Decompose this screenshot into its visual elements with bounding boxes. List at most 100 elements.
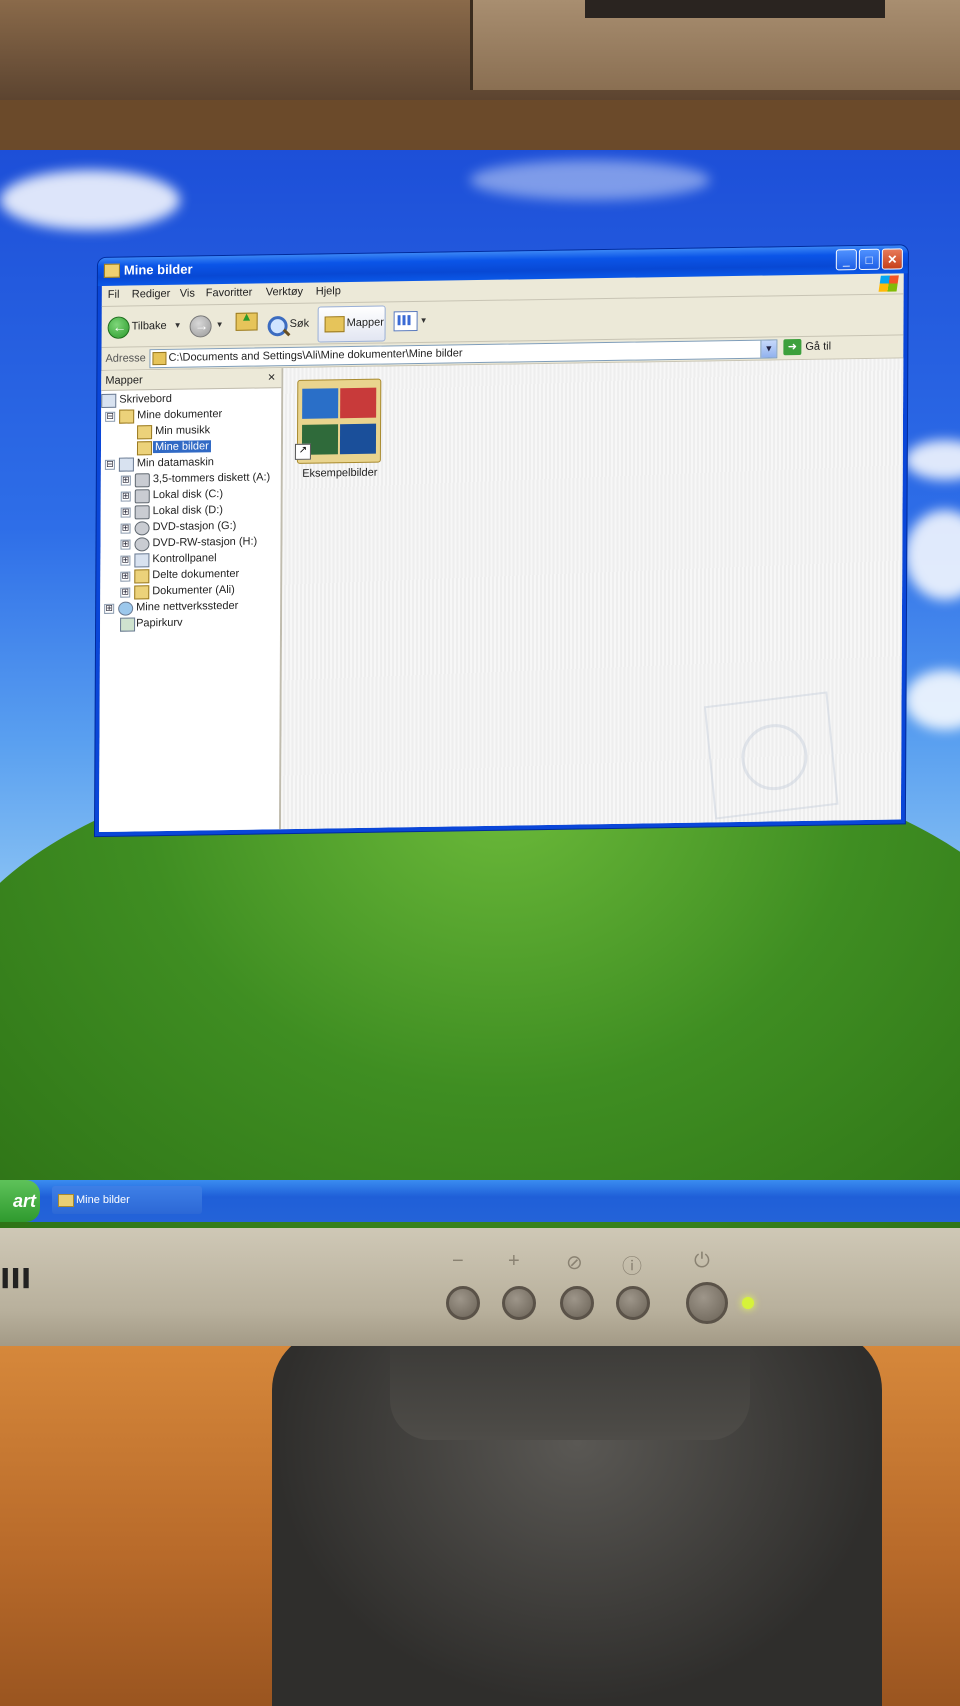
folder-icon [134, 585, 150, 600]
hard-drive-icon [134, 505, 150, 520]
expand-icon[interactable]: ⊞ [120, 555, 131, 566]
tree-item-label: Kontrollpanel [152, 552, 217, 566]
cloud [905, 670, 960, 730]
monitor-input-button[interactable] [616, 1286, 650, 1320]
desktop-icon [101, 393, 117, 408]
search-label: Søk [289, 317, 310, 330]
thumbnail-image [302, 388, 339, 419]
tree-item-label: 3,5-tommers diskett (A:) [152, 471, 271, 486]
cloud [0, 170, 180, 230]
folder-up-icon[interactable] [235, 312, 258, 331]
menu-hjelp[interactable]: Hjelp [316, 285, 341, 297]
network-places-icon [118, 601, 134, 616]
control-panel-icon [134, 553, 150, 568]
address-label: Adresse [105, 352, 146, 365]
minus-label: − [452, 1250, 464, 1272]
views-icon[interactable] [393, 310, 418, 332]
monitor-power-button[interactable] [686, 1282, 728, 1324]
menu-fil[interactable]: Fil [108, 289, 120, 301]
explorer-window: Mine bilder _ □ ✕ Fil Rediger Vis Favori… [94, 245, 908, 837]
menu-label: ⊘ [566, 1252, 583, 1274]
folder-icon [152, 351, 167, 366]
go-arrow-icon[interactable]: ➜ [783, 338, 802, 356]
folders-label: Mapper [346, 316, 384, 330]
tree-item-label: Delte dokumenter [152, 567, 240, 582]
expand-icon[interactable]: ⊞ [120, 571, 131, 582]
menu-vis[interactable]: Vis [180, 287, 195, 299]
taskbar: art Mine bilder [0, 1180, 960, 1222]
thumbnail-image [340, 387, 377, 419]
tree-item-label: Papirkurv [136, 616, 183, 630]
shortcut-arrow-icon: ↗ [294, 443, 311, 460]
folders-pane: Mapper × Skrivebord ⊟ Mine dokumenter Mi… [98, 368, 284, 833]
expand-icon[interactable]: ⊞ [120, 587, 131, 598]
collapse-icon[interactable]: ⊟ [104, 459, 115, 470]
start-button[interactable]: art [0, 1180, 40, 1222]
cd-watermark-icon [703, 691, 839, 820]
info-label: ⓘ [622, 1256, 642, 1278]
tree-item-label: Lokal disk (C:) [152, 488, 224, 502]
tree-item-label: Min datamaskin [136, 456, 214, 470]
floppy-drive-icon [134, 473, 150, 488]
tree-item-label: DVD-stasjon (G:) [152, 519, 237, 534]
menu-verktoy[interactable]: Verktøy [266, 286, 303, 299]
monitor-stand-neck [390, 1330, 750, 1440]
monitor-minus-button[interactable] [446, 1286, 480, 1320]
window-title: Mine bilder [123, 261, 193, 278]
expand-icon[interactable]: ⊞ [120, 491, 131, 502]
address-dropdown-icon[interactable]: ▼ [760, 340, 777, 358]
recycle-bin-icon [120, 617, 136, 632]
monitor-plus-button[interactable] [502, 1286, 536, 1320]
monitor-brand: III [0, 1262, 32, 1295]
tree-item-label: DVD-RW-stasjon (H:) [152, 535, 258, 550]
search-icon [267, 316, 288, 337]
computer-icon [118, 457, 134, 472]
folder-icon [103, 263, 120, 278]
back-arrow-icon: ← [107, 316, 130, 339]
expand-icon[interactable]: ⊞ [120, 539, 131, 550]
expand-icon[interactable]: ⊞ [104, 603, 115, 614]
folder-item-label[interactable]: Eksempelbilder [295, 467, 385, 480]
views-dropdown-icon[interactable]: ▼ [420, 316, 428, 325]
forward-button[interactable]: → ▼ [189, 311, 226, 340]
go-button[interactable]: Gå til [805, 340, 831, 352]
cloud [470, 160, 710, 200]
shared-folder-icon [134, 569, 150, 584]
tree-item-label: Mine bilder [152, 440, 211, 454]
tree-item-label: Min musikk [155, 424, 211, 438]
window-body: Fil Rediger Vis Favoritter Verktøy Hjelp… [98, 273, 904, 833]
wall-picture-edge [585, 0, 885, 18]
expand-icon[interactable]: ⊞ [120, 507, 131, 518]
monitor-menu-button[interactable] [560, 1286, 594, 1320]
forward-dropdown-icon[interactable]: ▼ [216, 311, 224, 339]
tree-item-label: Lokal disk (D:) [152, 504, 223, 518]
folders-button[interactable]: Mapper [317, 305, 386, 343]
folders-pane-header: Mapper × [101, 368, 282, 391]
expand-icon[interactable]: ⊞ [120, 475, 131, 486]
collapse-icon[interactable]: ⊟ [105, 411, 116, 422]
power-label: ⏻ [694, 1250, 710, 1272]
minimize-button[interactable]: _ [835, 249, 857, 271]
folders-pane-title: Mapper [105, 374, 143, 387]
back-dropdown-icon[interactable]: ▼ [174, 312, 182, 340]
cloud [905, 510, 960, 600]
tree-item-label: Mine dokumenter [137, 408, 223, 422]
power-led [742, 1297, 754, 1309]
monitor-bezel [0, 1228, 960, 1346]
taskbar-item-mine-bilder[interactable]: Mine bilder [52, 1186, 202, 1214]
forward-arrow-icon: → [189, 315, 212, 338]
file-list: ↗ Eksempelbilder [280, 358, 904, 830]
back-button[interactable]: ← Tilbake ▼ [107, 312, 182, 341]
menu-favoritter[interactable]: Favoritter [206, 287, 253, 300]
music-folder-icon [137, 425, 153, 440]
close-button[interactable]: ✕ [881, 248, 903, 270]
address-value: C:\Documents and Settings\Ali\Mine dokum… [168, 347, 463, 364]
close-icon[interactable]: × [268, 369, 276, 384]
expand-icon[interactable]: ⊞ [120, 523, 131, 534]
tree-item-label: Dokumenter (Ali) [152, 583, 235, 598]
menu-rediger[interactable]: Rediger [132, 288, 171, 301]
documents-icon [119, 409, 135, 424]
maximize-button[interactable]: □ [858, 248, 880, 271]
pictures-folder-icon [136, 441, 153, 456]
search-button[interactable]: Søk [266, 310, 314, 339]
